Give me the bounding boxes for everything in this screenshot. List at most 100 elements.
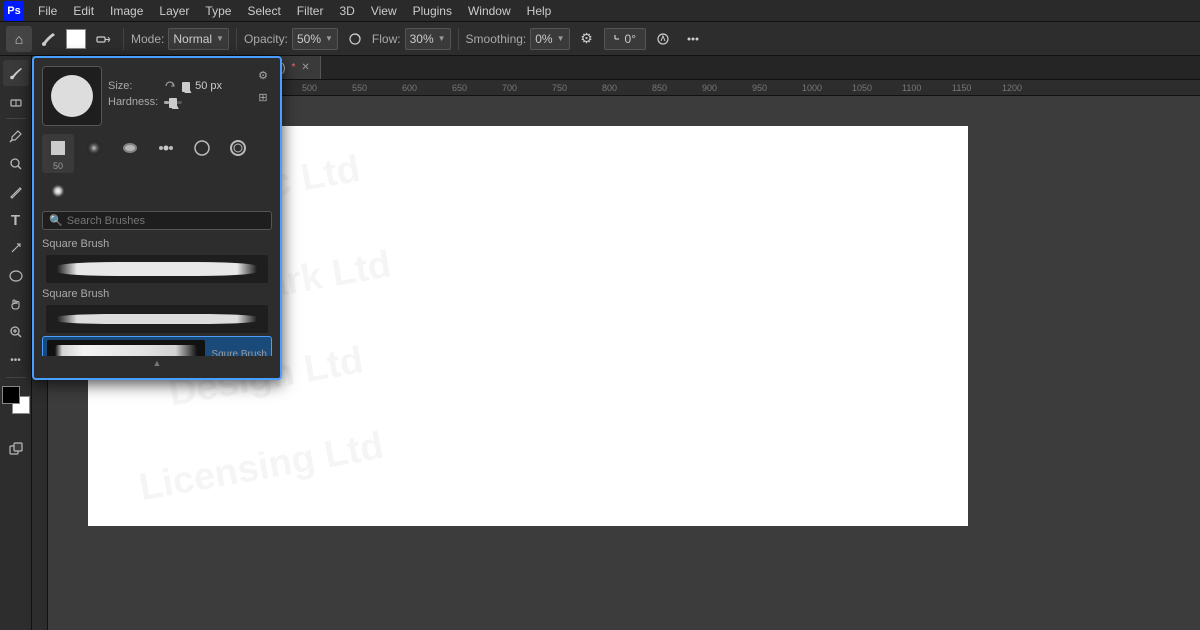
pressure-btn[interactable] bbox=[650, 26, 676, 52]
extra-btn[interactable] bbox=[680, 26, 706, 52]
menu-3d[interactable]: 3D bbox=[331, 3, 362, 19]
opacity-dropdown[interactable]: 50% ▼ bbox=[292, 28, 338, 50]
menu-plugins[interactable]: Plugins bbox=[405, 3, 460, 19]
close-tab-btn[interactable]: ✕ bbox=[301, 62, 309, 73]
tool-hand[interactable] bbox=[3, 291, 29, 317]
home-btn[interactable]: ⌂ bbox=[6, 26, 32, 52]
tool-eraser[interactable] bbox=[3, 88, 29, 114]
brush-item-1[interactable] bbox=[42, 252, 272, 286]
tool-zoom[interactable] bbox=[3, 319, 29, 345]
quick-mask[interactable] bbox=[3, 436, 29, 462]
menu-image[interactable]: Image bbox=[102, 3, 151, 19]
menu-edit[interactable]: Edit bbox=[65, 3, 102, 19]
ps-logo[interactable]: Ps bbox=[4, 1, 24, 21]
ruler-mark: 1100 bbox=[902, 83, 952, 93]
sep2 bbox=[236, 28, 237, 50]
size-label: Size: bbox=[108, 80, 160, 92]
brush-search-input[interactable] bbox=[67, 215, 265, 227]
ruler-mark: 600 bbox=[402, 83, 452, 93]
brush-cat-square50[interactable]: 50 bbox=[42, 134, 74, 173]
ruler-mark: 550 bbox=[352, 83, 402, 93]
tool-brush[interactable] bbox=[3, 60, 29, 86]
tool-ellipse[interactable] bbox=[3, 263, 29, 289]
opacity-label: Opacity: bbox=[244, 32, 288, 46]
brush-item-3-name: Squre Brush bbox=[211, 349, 267, 357]
size-reset-icon[interactable] bbox=[164, 80, 176, 92]
ruler-mark: 850 bbox=[652, 83, 702, 93]
brush-item-3-selected[interactable]: Squre Brush bbox=[42, 336, 272, 356]
watermark-line-4: Licensing Ltd bbox=[136, 425, 387, 510]
flow-value: 30% bbox=[410, 32, 434, 46]
flow-label: Flow: bbox=[372, 32, 401, 46]
menu-file[interactable]: File bbox=[30, 3, 65, 19]
smoothing-value: 0% bbox=[535, 32, 552, 46]
ruler-mark: 1000 bbox=[802, 83, 852, 93]
popup-add-icon[interactable]: ⊞ bbox=[254, 88, 272, 106]
popup-controls: Size: ▲ 50 px Hardness: ▲ bbox=[108, 80, 222, 112]
brush-preview-3 bbox=[47, 340, 205, 356]
popup-top-section: Size: ▲ 50 px Hardness: ▲ bbox=[42, 66, 272, 126]
airbrush-toggle[interactable] bbox=[90, 26, 116, 52]
foreground-color-swatch[interactable] bbox=[2, 386, 20, 404]
ruler-mark: 700 bbox=[502, 83, 552, 93]
tool-pen[interactable] bbox=[3, 179, 29, 205]
foreground-color[interactable] bbox=[66, 29, 86, 49]
tool-dropper[interactable] bbox=[3, 123, 29, 149]
mode-value: Normal bbox=[173, 32, 212, 46]
brush-cat-outline2[interactable] bbox=[222, 134, 254, 173]
scroll-down-arrow[interactable]: ▲ bbox=[42, 356, 272, 370]
mode-dropdown[interactable]: Normal ▼ bbox=[168, 28, 229, 50]
brush-cat-feather-icon bbox=[118, 136, 142, 160]
size-row: Size: ▲ 50 px bbox=[108, 80, 222, 92]
sep3 bbox=[458, 28, 459, 50]
menu-help[interactable]: Help bbox=[519, 3, 560, 19]
menu-filter[interactable]: Filter bbox=[289, 3, 332, 19]
menu-view[interactable]: View bbox=[363, 3, 405, 19]
brush-cat-soft[interactable] bbox=[78, 134, 110, 173]
popup-top-right: ⚙ ⊞ bbox=[254, 66, 272, 106]
menu-select[interactable]: Select bbox=[239, 3, 288, 19]
angle-value: 0° bbox=[625, 32, 636, 46]
ruler-mark: 1050 bbox=[852, 83, 902, 93]
menu-layer[interactable]: Layer bbox=[151, 3, 197, 19]
brush-cat-soft-icon bbox=[82, 136, 106, 160]
angle-dropdown[interactable]: 0° bbox=[604, 28, 646, 50]
popup-settings-icon[interactable]: ⚙ bbox=[254, 66, 272, 84]
opacity-options[interactable] bbox=[342, 26, 368, 52]
brush-stroke-3 bbox=[55, 345, 198, 356]
menu-type[interactable]: Type bbox=[197, 3, 239, 19]
brush-item-2[interactable] bbox=[42, 302, 272, 336]
brush-preview-2 bbox=[46, 305, 268, 333]
tool-path[interactable] bbox=[3, 235, 29, 261]
brush-tool-btn[interactable] bbox=[36, 26, 62, 52]
hardness-slider[interactable]: ▲ bbox=[164, 101, 182, 104]
tool-more[interactable]: ••• bbox=[3, 347, 29, 373]
brush-cat-dots-icon bbox=[154, 136, 178, 160]
smoothing-settings[interactable]: ⚙ bbox=[574, 26, 600, 52]
tool-search[interactable] bbox=[3, 151, 29, 177]
menu-window[interactable]: Window bbox=[460, 3, 519, 19]
brush-cat-outline1-icon bbox=[190, 136, 214, 160]
brush-cat-square50-label: 50 bbox=[53, 161, 63, 171]
tool-text[interactable]: T bbox=[3, 207, 29, 233]
brush-cat-sparkle[interactable] bbox=[42, 177, 74, 205]
smoothing-dropdown-arrow: ▼ bbox=[557, 34, 565, 43]
popup-top-left: Size: ▲ 50 px Hardness: ▲ bbox=[42, 66, 222, 126]
flow-dropdown[interactable]: 30% ▼ bbox=[405, 28, 451, 50]
ruler-mark: 1200 bbox=[1002, 83, 1052, 93]
smoothing-dropdown[interactable]: 0% ▼ bbox=[530, 28, 569, 50]
flow-dropdown-arrow: ▼ bbox=[438, 34, 446, 43]
ruler-mark: 900 bbox=[702, 83, 752, 93]
toolbar: ⌂ Mode: Normal ▼ Opacity: 50% ▼ Flow: 30… bbox=[0, 22, 1200, 56]
brush-cat-feather[interactable] bbox=[114, 134, 146, 173]
brush-cat-outline1[interactable] bbox=[186, 134, 218, 173]
brush-cat-dots[interactable] bbox=[150, 134, 182, 173]
tool-sep-2 bbox=[6, 377, 26, 378]
doc-modified-indicator: * bbox=[292, 62, 296, 73]
color-swatches bbox=[2, 386, 30, 414]
size-slider-thumb[interactable]: ▲ bbox=[182, 82, 190, 92]
hardness-row: Hardness: ▲ bbox=[108, 96, 222, 108]
mode-label: Mode: bbox=[131, 32, 164, 46]
ruler-mark: 950 bbox=[752, 83, 802, 93]
hardness-slider-thumb[interactable]: ▲ bbox=[169, 98, 177, 108]
